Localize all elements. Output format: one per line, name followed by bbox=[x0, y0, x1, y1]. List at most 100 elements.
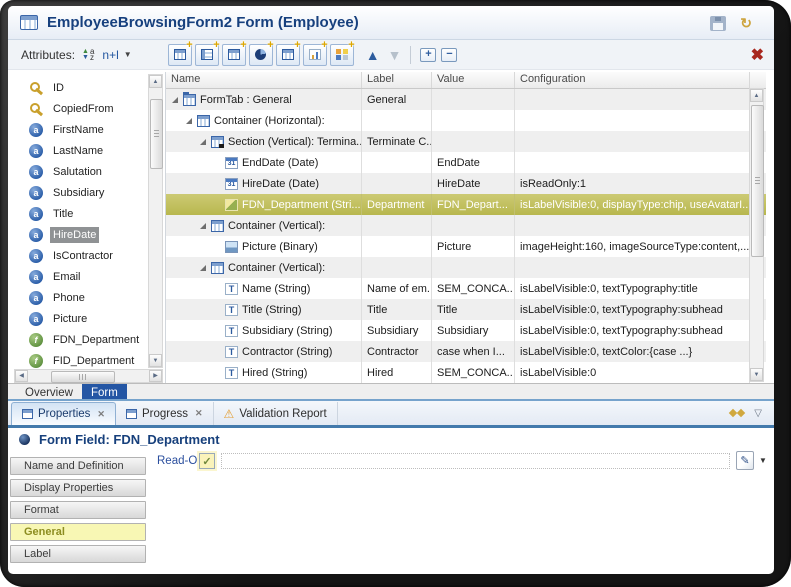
tree-cell-label bbox=[362, 110, 432, 131]
tree-cell-name: T Hired (String) bbox=[166, 362, 362, 383]
scroll-up-icon[interactable]: ▲ bbox=[149, 75, 162, 88]
scroll-down-icon[interactable]: ▼ bbox=[149, 354, 162, 367]
tree-row-picture-binary[interactable]: Picture (Binary) Picture imageHeight:160, … bbox=[166, 236, 766, 257]
properties-section-label[interactable]: Label bbox=[10, 545, 146, 563]
properties-section-name-and-definition[interactable]: Name and Definition bbox=[10, 457, 146, 475]
view-tab-validation-report[interactable]: ⚠ Validation Report bbox=[214, 402, 338, 425]
properties-section-format[interactable]: Format bbox=[10, 501, 146, 519]
tree-row-container-vertical[interactable]: Container (Vertical): bbox=[166, 215, 766, 236]
save-icon[interactable] bbox=[710, 16, 726, 31]
attribute-item-firstname[interactable]: a FirstName bbox=[14, 119, 146, 140]
properties-section-general[interactable]: General bbox=[10, 523, 146, 541]
restore-view-icon[interactable] bbox=[730, 407, 745, 419]
expander-icon[interactable] bbox=[198, 215, 211, 236]
attribute-item-email[interactable]: a Email bbox=[14, 266, 146, 287]
sort-icon[interactable]: ▲ ▼ az bbox=[82, 47, 94, 61]
text-icon: T bbox=[225, 345, 238, 358]
expander-icon[interactable] bbox=[170, 89, 183, 110]
tree-cell-value: FDN_Depart... bbox=[432, 194, 515, 215]
scrollbar-thumb[interactable] bbox=[51, 371, 115, 383]
form-editor-icon bbox=[20, 15, 38, 30]
close-editor-icon[interactable]: ✖ bbox=[751, 45, 764, 65]
expander-icon[interactable] bbox=[184, 110, 197, 131]
sort-mode-dropdown[interactable]: n+l ▼ bbox=[102, 48, 131, 62]
readonly-checkbox[interactable]: ✓ bbox=[199, 453, 215, 469]
attribute-item-copiedfrom[interactable]: CopiedFrom bbox=[14, 98, 146, 119]
expander-icon[interactable] bbox=[198, 257, 211, 278]
tree-row-fdn-department-stri[interactable]: FDN_Department (Stri... Department FDN_Dep… bbox=[166, 194, 766, 215]
properties-section-display-properties[interactable]: Display Properties bbox=[10, 479, 146, 497]
container-icon bbox=[211, 261, 224, 274]
tree-header: Name Label Value Configuration bbox=[166, 72, 766, 89]
readonly-value-field[interactable] bbox=[221, 453, 730, 469]
scroll-up-icon[interactable]: ▲ bbox=[750, 89, 763, 102]
tree-row-formtab-general[interactable]: FormTab : General General bbox=[166, 89, 766, 110]
add-table-widget-button[interactable] bbox=[275, 39, 301, 66]
column-header-label[interactable]: Label bbox=[362, 72, 432, 88]
attributes-horizontal-scrollbar[interactable]: ◀ ▶ bbox=[14, 369, 163, 383]
add-list-field-button[interactable] bbox=[221, 39, 247, 66]
add-labeled-field-button[interactable] bbox=[194, 39, 220, 66]
tree-row-section-vertical-termina[interactable]: Section (Vertical): Termina... Terminate … bbox=[166, 131, 766, 152]
editor-tab-form[interactable]: Form bbox=[81, 384, 127, 400]
tree-row-enddate-date[interactable]: 31 EndDate (Date) EndDate bbox=[166, 152, 766, 173]
expander-icon[interactable] bbox=[198, 131, 211, 152]
attribute-item-salutation[interactable]: a Salutation bbox=[14, 161, 146, 182]
attributes-vertical-scrollbar[interactable]: ▲ ▼ bbox=[148, 74, 163, 368]
tree-row-title-string[interactable]: T Title (String) Title Title isLabelVisible:… bbox=[166, 299, 766, 320]
edit-dropdown-icon[interactable]: ▼ bbox=[759, 456, 767, 465]
scrollbar-thumb[interactable] bbox=[751, 105, 764, 257]
tree-item-name: Subsidiary (String) bbox=[242, 324, 333, 337]
add-chart-widget-button[interactable] bbox=[302, 39, 328, 66]
tree-row-hired-string[interactable]: T Hired (String) Hired SEM_CONCA.. isLabelVi… bbox=[166, 362, 766, 383]
scroll-down-icon[interactable]: ▼ bbox=[750, 368, 763, 381]
tree-row-container-vertical[interactable]: Container (Vertical): bbox=[166, 257, 766, 278]
attribute-item-hiredate[interactable]: a HireDate bbox=[14, 224, 146, 245]
attribute-item-lastname[interactable]: a LastName bbox=[14, 140, 146, 161]
move-up-button[interactable]: ▲ bbox=[366, 47, 380, 63]
chevron-down-icon: ▼ bbox=[123, 50, 132, 59]
attribute-item-id[interactable]: ID bbox=[14, 77, 146, 98]
column-header-value[interactable]: Value bbox=[432, 72, 515, 88]
tree-row-container-horizontal[interactable]: Container (Horizontal): bbox=[166, 110, 766, 131]
attribute-item-subsidiary[interactable]: a Subsidiary bbox=[14, 182, 146, 203]
edit-icon[interactable]: ✎ bbox=[736, 451, 754, 470]
add-field-button[interactable] bbox=[167, 39, 193, 66]
attribute-item-iscontractor[interactable]: a IsContractor bbox=[14, 245, 146, 266]
attribute-item-fdn-department[interactable]: f FDN_Department bbox=[14, 329, 146, 350]
move-down-button[interactable]: ▼ bbox=[388, 47, 402, 63]
editor-tab-overview[interactable]: Overview bbox=[16, 384, 82, 400]
close-icon[interactable]: ✕ bbox=[195, 408, 203, 419]
view-tab-properties[interactable]: Properties ✕ bbox=[11, 402, 116, 425]
tree-row-contractor-string[interactable]: T Contractor (String) Contractor case when … bbox=[166, 341, 766, 362]
close-icon[interactable]: ✕ bbox=[97, 409, 105, 420]
attribute-item-picture[interactable]: a Picture bbox=[14, 308, 146, 329]
tree-row-hiredate-date[interactable]: 31 HireDate (Date) HireDate isReadOnly:1 bbox=[166, 173, 766, 194]
tree-cell-value: Subsidiary bbox=[432, 320, 515, 341]
attribute-item-phone[interactable]: a Phone bbox=[14, 287, 146, 308]
tree-vertical-scrollbar[interactable]: ▲ ▼ bbox=[749, 88, 764, 382]
tree-rows: FormTab : General General Container (Horiz… bbox=[166, 89, 766, 383]
tree-cell-name: Container (Vertical): bbox=[166, 215, 362, 236]
tree-cell-label bbox=[362, 236, 432, 257]
view-tab-progress[interactable]: Progress ✕ bbox=[116, 402, 214, 425]
view-menu-icon[interactable]: ▽ bbox=[754, 408, 762, 419]
scroll-right-icon[interactable]: ▶ bbox=[149, 370, 162, 382]
tree-row-subsidiary-string[interactable]: T Subsidiary (String) Subsidiary Subsidiary… bbox=[166, 320, 766, 341]
add-pie-widget-button[interactable] bbox=[248, 39, 274, 66]
tree-cell-name: FDN_Department (Stri... bbox=[166, 194, 362, 215]
column-header-name[interactable]: Name bbox=[166, 72, 362, 88]
column-header-configuration[interactable]: Configuration bbox=[515, 72, 750, 88]
tree-row-name-string[interactable]: T Name (String) Name of em... SEM_CONCA.. is… bbox=[166, 278, 766, 299]
attribute-item-title[interactable]: a Title bbox=[14, 203, 146, 224]
expand-all-button[interactable]: + bbox=[420, 47, 437, 62]
attribute-item-fid-department[interactable]: f FID_Department bbox=[14, 350, 146, 371]
add-mosaic-widget-button[interactable] bbox=[329, 39, 355, 66]
collapse-all-button[interactable]: − bbox=[441, 47, 458, 62]
scroll-left-icon[interactable]: ◀ bbox=[15, 370, 28, 382]
tree-item-name: EndDate (Date) bbox=[242, 156, 319, 169]
sync-icon[interactable]: ↻ bbox=[740, 15, 752, 32]
scrollbar-thumb[interactable] bbox=[150, 99, 163, 169]
view-tab-label: Progress bbox=[141, 407, 188, 420]
